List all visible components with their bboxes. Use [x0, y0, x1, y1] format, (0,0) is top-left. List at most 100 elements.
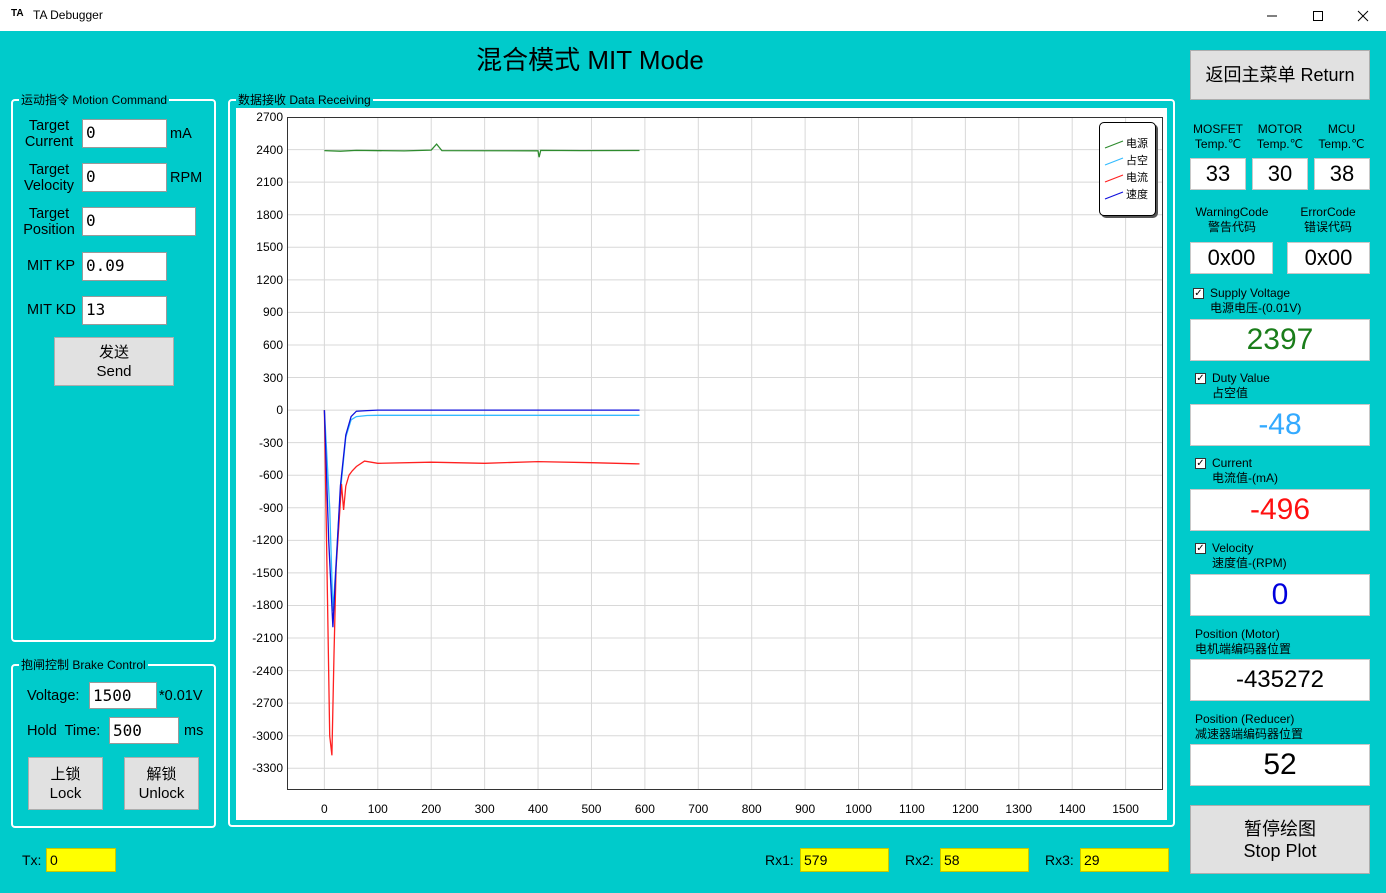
legend-swatch — [1104, 174, 1124, 183]
mcu-temp-label: MCU Temp.℃ — [1318, 122, 1365, 151]
hold-time-label: Hold Time: — [27, 723, 101, 739]
rx1-label: Rx1: — [765, 852, 794, 868]
y-tick-label: -1800 — [252, 598, 283, 613]
warning-code-label: WarningCode 警告代码 — [1195, 205, 1269, 234]
current-checkbox[interactable]: ✓ — [1195, 458, 1206, 469]
y-tick-label: -3300 — [252, 761, 283, 776]
unlock-button-label-cn: 解锁 — [146, 765, 177, 783]
mosfet-temp-value: 33 — [1190, 158, 1246, 190]
brake-voltage-input[interactable]: 1500 — [89, 682, 157, 709]
tx-value: 0 — [46, 848, 116, 872]
x-tick-label: 800 — [741, 802, 762, 816]
brake-voltage-label: Voltage: — [27, 688, 80, 704]
y-tick-label: -2400 — [252, 663, 283, 678]
x-tick-label: 100 — [367, 802, 388, 816]
page-title: 混合模式 MIT Mode — [476, 45, 704, 75]
legend-label: 占空 — [1126, 154, 1148, 167]
target-current-unit: mA — [170, 126, 192, 142]
app-logo: TA — [11, 8, 24, 19]
y-tick-label: 2400 — [256, 142, 283, 157]
maximize-icon — [1313, 10, 1323, 21]
velocity-checkbox[interactable]: ✓ — [1195, 543, 1206, 554]
brake-voltage-unit: *0.01V — [159, 688, 203, 704]
plot-frame — [287, 117, 1163, 790]
x-tick-label: 900 — [795, 802, 816, 816]
position-motor-value: -435272 — [1190, 659, 1370, 701]
legend-label: 电流 — [1126, 171, 1148, 184]
x-tick-label: 1300 — [1005, 802, 1033, 816]
y-tick-label: -1500 — [252, 565, 283, 580]
velocity-value: 0 — [1190, 574, 1370, 616]
target-velocity-input[interactable]: 0 — [82, 163, 167, 192]
target-position-input[interactable]: 0 — [82, 207, 196, 236]
position-reducer-value: 52 — [1190, 744, 1370, 786]
rx3-value: 29 — [1080, 848, 1169, 872]
chart-legend: 电源 占空 电流 速度 — [1099, 122, 1156, 216]
hold-time-input[interactable]: 500 — [109, 717, 179, 744]
x-tick-label: 1000 — [845, 802, 872, 816]
title-bar: TA TA Debugger — [0, 0, 1386, 31]
legend-label: 速度 — [1126, 188, 1148, 201]
lock-button[interactable]: 上锁 Lock — [28, 757, 103, 810]
y-tick-label: 300 — [262, 370, 283, 385]
x-tick-label: 700 — [688, 802, 709, 816]
send-button-label-en: Send — [96, 362, 132, 380]
y-tick-label: 2100 — [256, 175, 283, 190]
series-line-1 — [323, 410, 640, 611]
x-tick-label: 1100 — [899, 802, 925, 816]
supply-voltage-label: Supply Voltage 电源电压-(0.01V) — [1210, 286, 1302, 315]
target-position-label: Target Position — [23, 206, 75, 238]
position-motor-label: Position (Motor) 电机端编码器位置 — [1195, 627, 1292, 656]
mcu-temp-value: 38 — [1314, 158, 1370, 190]
x-tick-label: 1500 — [1112, 802, 1139, 816]
mosfet-temp-label: MOSFET Temp.℃ — [1193, 122, 1243, 151]
lock-button-label-cn: 上锁 — [50, 765, 81, 783]
y-tick-label: -2700 — [252, 696, 283, 711]
unlock-button-label-en: Unlock — [138, 784, 185, 802]
close-button[interactable] — [1340, 0, 1386, 31]
target-current-label: Target Current — [24, 118, 74, 150]
legend-swatch — [1104, 140, 1124, 149]
target-velocity-label: Target Velocity — [24, 162, 74, 194]
mit-kp-label: MIT KP — [27, 258, 76, 274]
x-tick-label: 600 — [634, 802, 655, 816]
stop-plot-label-en: Stop Plot — [1243, 840, 1317, 861]
rx2-value: 58 — [940, 848, 1029, 872]
legend-item: 速度 — [1104, 187, 1154, 203]
duty-value-checkbox[interactable]: ✓ — [1195, 373, 1206, 384]
tx-label: Tx: — [22, 852, 42, 868]
legend-swatch — [1104, 191, 1124, 200]
warning-code-value: 0x00 — [1190, 242, 1273, 274]
lock-button-label-en: Lock — [49, 784, 82, 802]
position-reducer-label: Position (Reducer) 减速器端编码器位置 — [1195, 712, 1304, 741]
mit-kp-input[interactable]: 0.09 — [82, 252, 167, 281]
close-icon — [1357, 10, 1369, 21]
minimize-button[interactable] — [1249, 0, 1295, 31]
minimize-icon — [1267, 15, 1277, 16]
maximize-button[interactable] — [1295, 0, 1341, 31]
return-button[interactable]: 返回主菜单 Return — [1190, 50, 1370, 100]
supply-voltage-checkbox[interactable]: ✓ — [1193, 288, 1204, 299]
stop-plot-button[interactable]: 暂停绘图 Stop Plot — [1190, 805, 1370, 874]
x-tick-label: 1400 — [1058, 802, 1086, 816]
legend-swatch — [1104, 157, 1124, 166]
rx3-label: Rx3: — [1045, 852, 1074, 868]
y-tick-label: 0 — [276, 403, 283, 418]
x-tick-label: 500 — [581, 802, 602, 816]
error-code-value: 0x00 — [1287, 242, 1370, 274]
send-button[interactable]: 发送 Send — [54, 337, 174, 386]
mit-kd-label: MIT KD — [27, 302, 76, 318]
y-tick-label: 600 — [262, 337, 283, 352]
unlock-button[interactable]: 解锁 Unlock — [124, 757, 199, 810]
x-tick-label: 0 — [321, 802, 328, 816]
chart-plot[interactable] — [287, 117, 1163, 790]
target-current-input[interactable]: 0 — [82, 119, 167, 148]
legend-item: 电流 — [1104, 170, 1154, 186]
y-tick-label: -1200 — [252, 533, 283, 548]
stop-plot-label-cn: 暂停绘图 — [1244, 818, 1316, 839]
duty-value-label: Duty Value 占空值 — [1212, 371, 1270, 400]
rx2-label: Rx2: — [905, 852, 934, 868]
duty-value-value: -48 — [1190, 404, 1370, 446]
legend-item: 占空 — [1104, 153, 1154, 169]
mit-kd-input[interactable]: 13 — [82, 296, 167, 325]
